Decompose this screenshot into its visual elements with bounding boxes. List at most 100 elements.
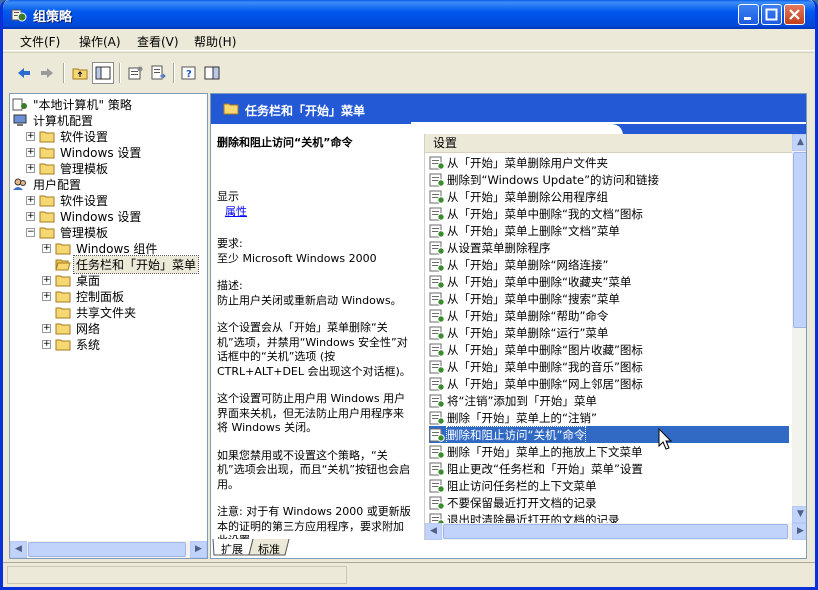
setting-row[interactable]: 从「开始」菜单删除公用程序组 — [429, 188, 789, 205]
list-vertical-scrollbar[interactable]: ▲ ▼ — [792, 134, 806, 523]
setting-name: 从「开始」菜单删除“帮助”命令 — [447, 308, 609, 323]
menu-help[interactable]: 帮助(H) — [194, 33, 236, 50]
setting-name: 将“注销”添加到「开始」菜单 — [447, 393, 597, 408]
tree-item-u-admin[interactable]: − 管理模板 — [26, 224, 110, 240]
collapse-icon[interactable]: − — [26, 227, 35, 237]
tree-scroll-thumb[interactable] — [28, 542, 186, 557]
setting-row[interactable]: 删除和阻止访问“关机”命令 — [429, 425, 789, 444]
computer-icon — [13, 114, 27, 126]
tree-item-u-taskbar[interactable]: 任务栏和「开始」菜单 — [55, 254, 200, 274]
expand-icon[interactable]: + — [26, 195, 35, 205]
expand-icon[interactable]: + — [42, 339, 51, 349]
expand-icon[interactable]: + — [26, 147, 35, 157]
setting-row[interactable]: 删除「开始」菜单上的拖放上下文菜单 — [429, 443, 789, 460]
show-hide-action-pane-button[interactable] — [201, 62, 223, 84]
setting-row[interactable]: 从「开始」菜单中删除“我的文档”图标 — [429, 205, 789, 222]
column-header-setting[interactable]: 设置 — [425, 134, 792, 153]
show-hide-tree-button[interactable] — [92, 62, 114, 84]
list-hscroll-thumb[interactable] — [443, 524, 788, 539]
setting-name: 从「开始」菜单上删除“文档”菜单 — [447, 223, 620, 238]
expand-icon[interactable]: + — [42, 275, 51, 285]
tree-item-u-system[interactable]: + 系统 — [42, 336, 102, 352]
menu-action[interactable]: 操作(A) — [79, 33, 121, 50]
properties-link[interactable]: 属性 — [225, 205, 247, 218]
tree-item-u-windows[interactable]: + Windows 设置 — [26, 208, 143, 224]
tree-item-user-config[interactable]: 用户配置 — [12, 176, 83, 192]
tree-item-root[interactable]: "本地计算机" 策略 — [12, 96, 134, 112]
tree-item-u-network[interactable]: + 网络 — [42, 320, 102, 336]
svg-text:?: ? — [186, 69, 192, 80]
expand-icon[interactable]: + — [42, 323, 51, 333]
tree-item-c-admin[interactable]: + 管理模板 — [26, 160, 110, 176]
setting-row[interactable]: 阻止更改“任务栏和「开始」菜单”设置 — [429, 460, 789, 477]
setting-row[interactable]: 删除到“Windows Update”的访问和链接 — [429, 171, 789, 188]
setting-row[interactable]: 从「开始」菜单中删除“收藏夹”菜单 — [429, 273, 789, 290]
scroll-up-icon[interactable]: ▲ — [792, 134, 806, 151]
status-bar — [3, 562, 815, 587]
scroll-right-icon[interactable]: ▶ — [792, 523, 806, 540]
setting-row[interactable]: 从「开始」菜单删除“运行”菜单 — [429, 324, 789, 341]
setting-row[interactable]: 从「开始」菜单删除“帮助”命令 — [429, 307, 789, 324]
setting-row[interactable]: 阻止访问任务栏的上下文菜单 — [429, 477, 789, 494]
setting-name: 删除「开始」菜单上的拖放上下文菜单 — [447, 444, 643, 459]
close-button[interactable] — [784, 4, 805, 25]
help-button[interactable]: ? — [178, 62, 200, 84]
tab-extended[interactable]: 扩展 — [221, 541, 243, 557]
setting-row[interactable]: 从「开始」菜单中删除“搜索”菜单 — [429, 290, 789, 307]
policy-setting-icon — [429, 258, 445, 272]
properties-button[interactable] — [124, 62, 146, 84]
tree-item-u-wincomp[interactable]: + Windows 组件 — [42, 240, 159, 256]
scroll-left-icon[interactable]: ◀ — [425, 523, 442, 540]
expand-icon[interactable]: + — [26, 211, 35, 221]
setting-row[interactable]: 从设置菜单删除程序 — [429, 239, 789, 256]
setting-row[interactable]: 从「开始」菜单上删除“文档”菜单 — [429, 222, 789, 239]
menu-view[interactable]: 查看(V) — [137, 33, 179, 50]
expand-icon[interactable]: + — [42, 243, 51, 253]
tree-item-u-shared[interactable]: 共享文件夹 — [55, 304, 138, 320]
tree-item-c-windows[interactable]: + Windows 设置 — [26, 144, 143, 160]
scroll-left-icon[interactable]: ◀ — [10, 541, 27, 558]
tree-item-computer-config[interactable]: 计算机配置 — [12, 112, 95, 128]
setting-name: 从「开始」菜单删除“网络连接” — [447, 257, 609, 272]
setting-row[interactable]: 从「开始」菜单删除“网络连接” — [429, 256, 789, 273]
setting-row[interactable]: 从「开始」菜单中删除“我的音乐”图标 — [429, 358, 789, 375]
list-scroll-thumb[interactable] — [793, 152, 806, 328]
tab-standard[interactable]: 标准 — [258, 541, 280, 557]
setting-row[interactable]: 从「开始」菜单删除用户文件夹 — [429, 154, 789, 171]
tree-item-u-software[interactable]: + 软件设置 — [26, 192, 110, 208]
setting-row[interactable]: 从「开始」菜单中删除“图片收藏”图标 — [429, 341, 789, 358]
expand-icon[interactable]: + — [26, 131, 35, 141]
folder-icon — [55, 243, 71, 254]
scroll-right-icon[interactable]: ▶ — [190, 541, 207, 558]
setting-name: 从设置菜单删除程序 — [447, 240, 551, 255]
scroll-down-icon[interactable]: ▼ — [792, 506, 806, 523]
expand-icon[interactable]: + — [42, 291, 51, 301]
close-icon — [789, 9, 800, 20]
policy-icon — [12, 98, 27, 110]
setting-row[interactable]: 不要保留最近打开文档的记录 — [429, 494, 789, 511]
title-bar[interactable]: 组策略 — [3, 0, 815, 29]
tree-horizontal-scrollbar[interactable]: ◀ ▶ — [10, 541, 207, 558]
maximize-button[interactable] — [761, 4, 782, 25]
requirements-text: 要求: 至少 Microsoft Windows 2000 — [217, 237, 377, 265]
menu-file[interactable]: 文件(F) — [20, 33, 60, 50]
folder-icon — [39, 131, 55, 142]
toolbar: ? — [3, 52, 815, 92]
tree-item-u-desktop[interactable]: + 桌面 — [42, 272, 102, 288]
expand-icon[interactable]: + — [26, 163, 35, 173]
list-horizontal-scrollbar[interactable]: ◀ ▶ — [425, 523, 806, 540]
forward-button[interactable] — [36, 62, 58, 84]
minimize-button[interactable] — [738, 4, 759, 25]
maximize-icon — [765, 8, 778, 21]
export-list-button[interactable] — [147, 62, 169, 84]
setting-row[interactable]: 从「开始」菜单中删除“网上邻居”图标 — [429, 375, 789, 392]
tree-item-u-control[interactable]: + 控制面板 — [42, 288, 126, 304]
setting-row[interactable]: 将“注销”添加到「开始」菜单 — [429, 392, 789, 409]
back-button[interactable] — [13, 62, 35, 84]
setting-name: 从「开始」菜单中删除“图片收藏”图标 — [447, 342, 643, 357]
tree-item-c-software[interactable]: + 软件设置 — [26, 128, 110, 144]
up-one-level-button[interactable] — [69, 62, 91, 84]
setting-row[interactable]: 删除「开始」菜单上的“注销” — [429, 409, 789, 426]
policy-setting-icon — [429, 326, 445, 340]
window-title: 组策略 — [33, 10, 73, 25]
